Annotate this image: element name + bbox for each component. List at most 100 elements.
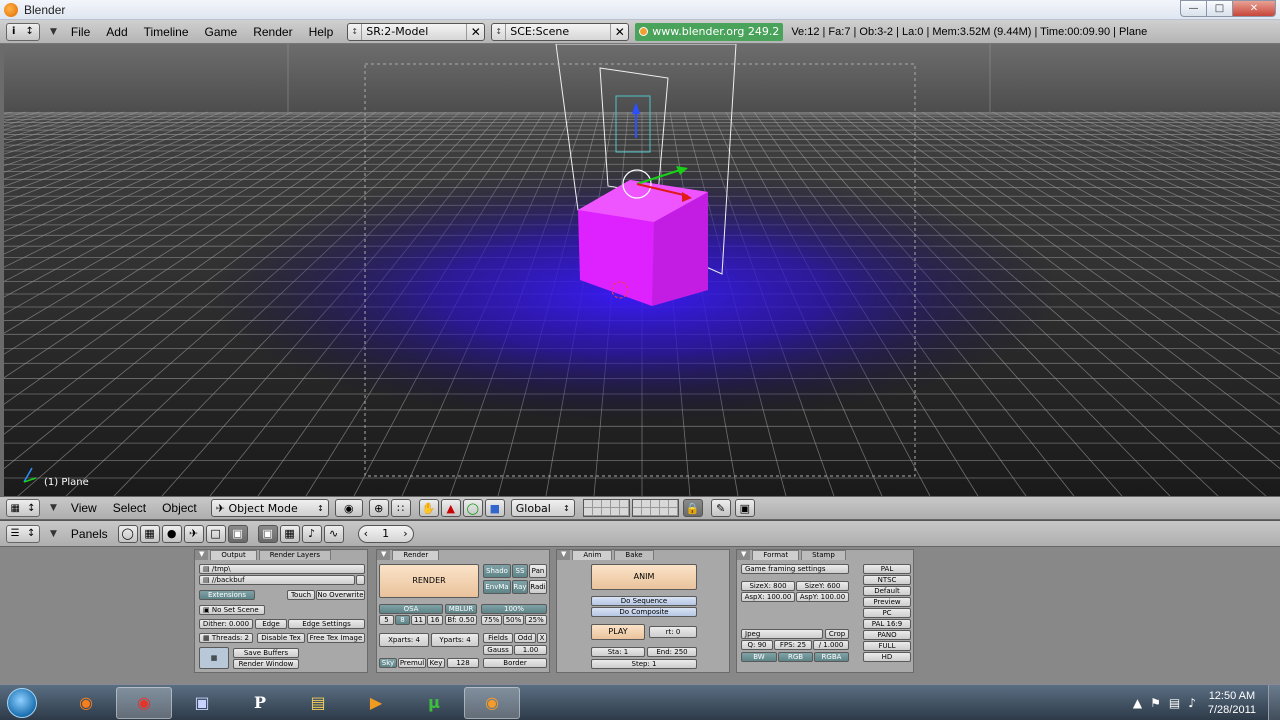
script-context-button[interactable]: ▦ — [139, 524, 160, 543]
size-25-button[interactable]: 25% — [525, 615, 547, 625]
app-taskbar-button[interactable]: ▣ — [174, 687, 230, 719]
extensions-toggle[interactable]: Extensions — [199, 590, 255, 600]
frame-number[interactable]: 1 — [382, 527, 389, 540]
updown-arrow-icon[interactable]: ↕ — [492, 23, 507, 40]
game-framing-button[interactable]: Game framing settings — [741, 564, 849, 574]
updown-arrow-icon[interactable]: ↕ — [348, 23, 363, 40]
buttons-editor-type-button[interactable]: ☰ ↕ — [6, 524, 40, 543]
collapse-panel-icon[interactable]: ▼ — [195, 550, 209, 560]
explorer-taskbar-button[interactable]: ▤ — [290, 687, 346, 719]
preset-pal-button[interactable]: PAL — [863, 564, 911, 574]
yparts-field[interactable]: Yparts: 4 — [431, 633, 479, 647]
rgba-toggle[interactable]: RGBA — [814, 652, 849, 662]
editing-context-button[interactable]: □ — [205, 524, 226, 543]
crop-toggle[interactable]: Crop — [825, 629, 849, 639]
preset-default-button[interactable]: Default — [863, 586, 911, 596]
pano-toggle[interactable]: Pan — [529, 564, 547, 578]
utorrent-taskbar-button[interactable]: μ — [406, 687, 462, 719]
start-frame-field[interactable]: Sta: 1 — [591, 647, 645, 657]
media-player-taskbar-button[interactable]: ▶ — [348, 687, 404, 719]
collapse-menu-triangle-icon[interactable]: ▼ — [50, 529, 57, 539]
tab-render-layers[interactable]: Render Layers — [258, 550, 332, 560]
sss-toggle[interactable]: SS — [512, 564, 528, 578]
preset-pano-button[interactable]: PANO — [863, 630, 911, 640]
preset-pal169-button[interactable]: PAL 16:9 — [863, 619, 911, 629]
no-overwrite-toggle[interactable]: No Overwrite — [316, 590, 365, 600]
menu-help[interactable]: Help — [309, 25, 334, 39]
step-field[interactable]: Step: 1 — [591, 659, 697, 669]
world-buttons-button[interactable]: ∿ — [323, 524, 344, 543]
size-x-field[interactable]: SizeX: 800 — [741, 581, 795, 591]
anim-button[interactable]: ANIM — [591, 564, 697, 590]
play-button[interactable]: PLAY — [591, 624, 645, 640]
editor-type-button[interactable]: i ↕ — [6, 22, 40, 41]
snap-grid-button[interactable]: ∷ — [390, 499, 411, 517]
border-toggle[interactable]: Border — [483, 658, 547, 668]
menu-add[interactable]: Add — [106, 25, 127, 39]
menu-timeline[interactable]: Timeline — [144, 25, 189, 39]
collapse-panel-icon[interactable]: ▼ — [557, 550, 571, 560]
volume-icon[interactable]: ♪ — [1188, 696, 1196, 710]
3d-viewport[interactable]: (1) Plane — [4, 44, 1280, 496]
screen-name[interactable]: SR:2-Model — [362, 25, 466, 38]
minimize-button[interactable]: — — [1180, 0, 1206, 17]
lock-layers-button[interactable]: 🔒 — [682, 499, 703, 517]
collapse-panel-icon[interactable]: ▼ — [377, 550, 391, 560]
menu-select[interactable]: Select — [113, 501, 146, 515]
backbuf-path-field[interactable]: ▤ //backbuf — [199, 575, 355, 585]
aspect-y-field[interactable]: AspY: 100.00 — [796, 592, 849, 602]
anim-buttons-button[interactable]: ▦ — [279, 524, 300, 543]
shading-context-button[interactable]: ● — [161, 524, 182, 543]
tile-size-selector[interactable]: 128 — [447, 658, 479, 668]
save-buffers-toggle[interactable]: Save Buffers — [233, 648, 299, 658]
collapse-menu-triangle-icon[interactable]: ▼ — [50, 503, 57, 513]
output-path-field[interactable]: ▤ /tmp\ — [199, 564, 365, 574]
sky-toggle[interactable]: Sky — [379, 658, 397, 668]
tab-stamp[interactable]: Stamp — [801, 550, 846, 560]
x-toggle[interactable]: X — [537, 633, 547, 643]
preset-ntsc-button[interactable]: NTSC — [863, 575, 911, 585]
network-icon[interactable]: ▤ — [1169, 696, 1180, 710]
size-75-button[interactable]: 75% — [481, 615, 502, 625]
radiosity-toggle[interactable]: Radi — [529, 580, 547, 594]
mode-selector[interactable]: ✈ Object Mode ↕ — [210, 499, 329, 517]
tab-bake[interactable]: Bake — [614, 550, 654, 560]
layer-group-1[interactable] — [582, 499, 630, 517]
ray-toggle[interactable]: Ray — [512, 580, 528, 594]
render-preview-button[interactable]: ▣ — [734, 499, 755, 517]
edge-settings-button[interactable]: Edge Settings — [288, 619, 365, 629]
touch-toggle[interactable]: Touch — [287, 590, 315, 600]
rotate-manipulator[interactable]: ◯ — [462, 499, 483, 517]
menu-game[interactable]: Game — [205, 25, 238, 39]
scale-manipulator[interactable]: ■ — [484, 499, 505, 517]
render-window-selector[interactable]: Render Window — [233, 659, 299, 669]
fps-field[interactable]: FPS: 25 — [774, 640, 812, 650]
backbuf-toggle[interactable] — [356, 575, 365, 585]
render-button[interactable]: RENDER — [379, 564, 479, 598]
disable-tex-toggle[interactable]: Disable Tex — [257, 633, 305, 643]
size-50-button[interactable]: 50% — [503, 615, 524, 625]
filter-selector[interactable]: Gauss — [483, 645, 513, 655]
tab-render[interactable]: Render — [392, 550, 440, 560]
odd-toggle[interactable]: Odd — [514, 633, 536, 643]
aspect-x-field[interactable]: AspX: 100.00 — [741, 592, 795, 602]
osa-16-button[interactable]: 16 — [427, 615, 443, 625]
preset-hd-button[interactable]: HD — [863, 652, 911, 662]
edge-toggle[interactable]: Edge — [255, 619, 287, 629]
scene-selector[interactable]: ↕ SCE:Scene ✕ — [491, 22, 630, 41]
close-button[interactable]: ✕ — [1232, 0, 1276, 17]
render-opengl-button[interactable]: ✎ — [710, 499, 731, 517]
menu-render[interactable]: Render — [253, 25, 292, 39]
premul-toggle[interactable]: Premul — [398, 658, 426, 668]
action-center-icon[interactable]: ⚑ — [1150, 696, 1161, 710]
blur-factor-field[interactable]: Bf: 0.50 — [445, 615, 477, 625]
end-frame-field[interactable]: End: 250 — [647, 647, 697, 657]
threads-field[interactable]: ▦ Threads: 2 — [199, 633, 253, 643]
tab-format[interactable]: Format — [752, 550, 800, 560]
xparts-field[interactable]: Xparts: 4 — [379, 633, 429, 647]
tab-output[interactable]: Output — [210, 550, 257, 560]
tab-anim[interactable]: Anim — [572, 550, 613, 560]
menu-object[interactable]: Object — [162, 501, 197, 515]
rt-field[interactable]: rt: 0 — [649, 626, 697, 638]
preset-pc-button[interactable]: PC — [863, 608, 911, 618]
